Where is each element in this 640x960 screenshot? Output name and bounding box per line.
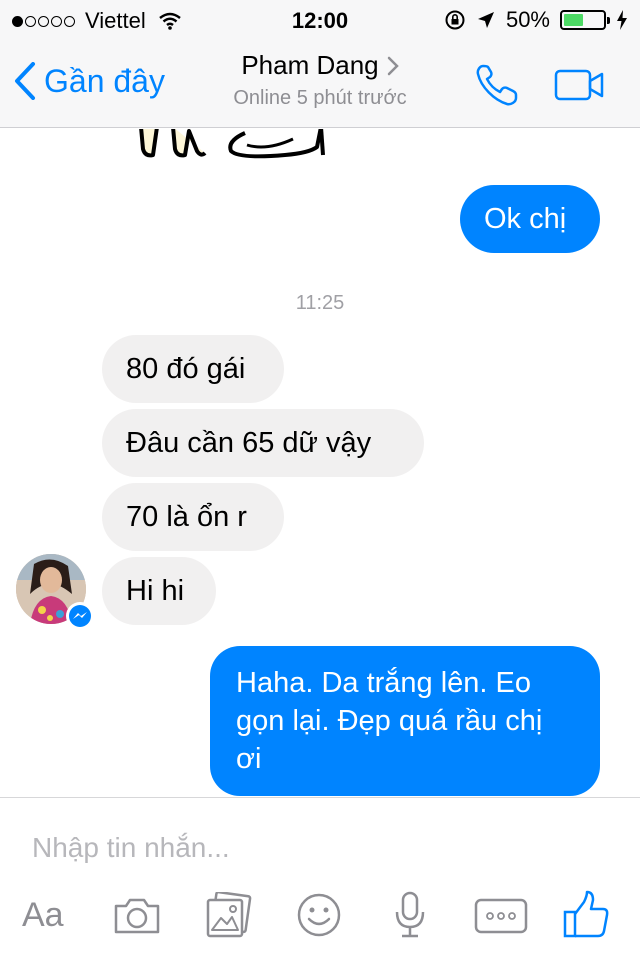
message-bubble-incoming[interactable]: 70 là ổn r xyxy=(102,483,284,551)
gallery-icon[interactable] xyxy=(204,892,252,938)
status-right: 50% xyxy=(444,7,628,33)
contact-name: Pham Dang xyxy=(241,50,379,80)
composer-toolbar: Aa xyxy=(0,890,640,950)
rotation-lock-icon xyxy=(445,10,465,30)
message-bubble-incoming[interactable]: Hi hi xyxy=(102,557,216,625)
navigation-bar: Gần đây Pham Dang Online 5 phút trước xyxy=(0,40,640,128)
messenger-badge-icon xyxy=(66,602,94,630)
message-text: Haha. Da trắng lên. Eo gọn lại. Đẹp quá … xyxy=(236,667,543,775)
chevron-right-icon xyxy=(387,56,399,75)
location-icon xyxy=(477,12,494,28)
phone-call-button[interactable] xyxy=(474,62,520,108)
message-text: Đâu cần 65 dữ vậy xyxy=(126,427,372,459)
message-text: 80 đó gái xyxy=(126,353,246,385)
message-input[interactable] xyxy=(32,828,592,868)
video-call-button[interactable] xyxy=(554,68,606,102)
camera-icon[interactable] xyxy=(112,896,162,936)
avatar[interactable] xyxy=(16,554,94,630)
message-list[interactable]: Ok chị 11:25 80 đó gái Đâu cần 65 dữ vậy… xyxy=(0,129,640,796)
message-text: Ok chị xyxy=(484,203,567,235)
more-icon[interactable] xyxy=(474,898,528,934)
message-bubble-incoming[interactable]: 80 đó gái xyxy=(102,335,284,403)
message-timestamp: 11:25 xyxy=(295,292,345,314)
message-composer: Aa xyxy=(0,797,640,960)
message-text: Hi hi xyxy=(126,575,185,607)
battery-percent: 50% xyxy=(505,7,550,32)
message-bubble-incoming[interactable]: Đâu cần 65 dữ vậy xyxy=(102,409,424,477)
emoji-icon[interactable] xyxy=(296,892,342,938)
microphone-icon[interactable] xyxy=(392,890,428,940)
conversation-header[interactable]: Pham Dang Online 5 phút trước xyxy=(0,50,640,110)
status-bar: Viettel 12:00 50% xyxy=(0,0,640,40)
charging-icon xyxy=(617,10,627,30)
message-bubble-outgoing[interactable]: Ok chị xyxy=(460,185,600,253)
aa-icon[interactable]: Aa xyxy=(22,896,64,935)
message-bubble-outgoing[interactable]: Haha. Da trắng lên. Eo gọn lại. Đẹp quá … xyxy=(210,646,600,796)
contact-status: Online 5 phút trước xyxy=(233,87,407,109)
battery-fill xyxy=(564,14,583,26)
battery-icon xyxy=(560,10,610,30)
thumbs-up-icon[interactable] xyxy=(562,890,610,940)
message-text: 70 là ổn r xyxy=(126,501,247,533)
sticker-image xyxy=(139,129,325,159)
